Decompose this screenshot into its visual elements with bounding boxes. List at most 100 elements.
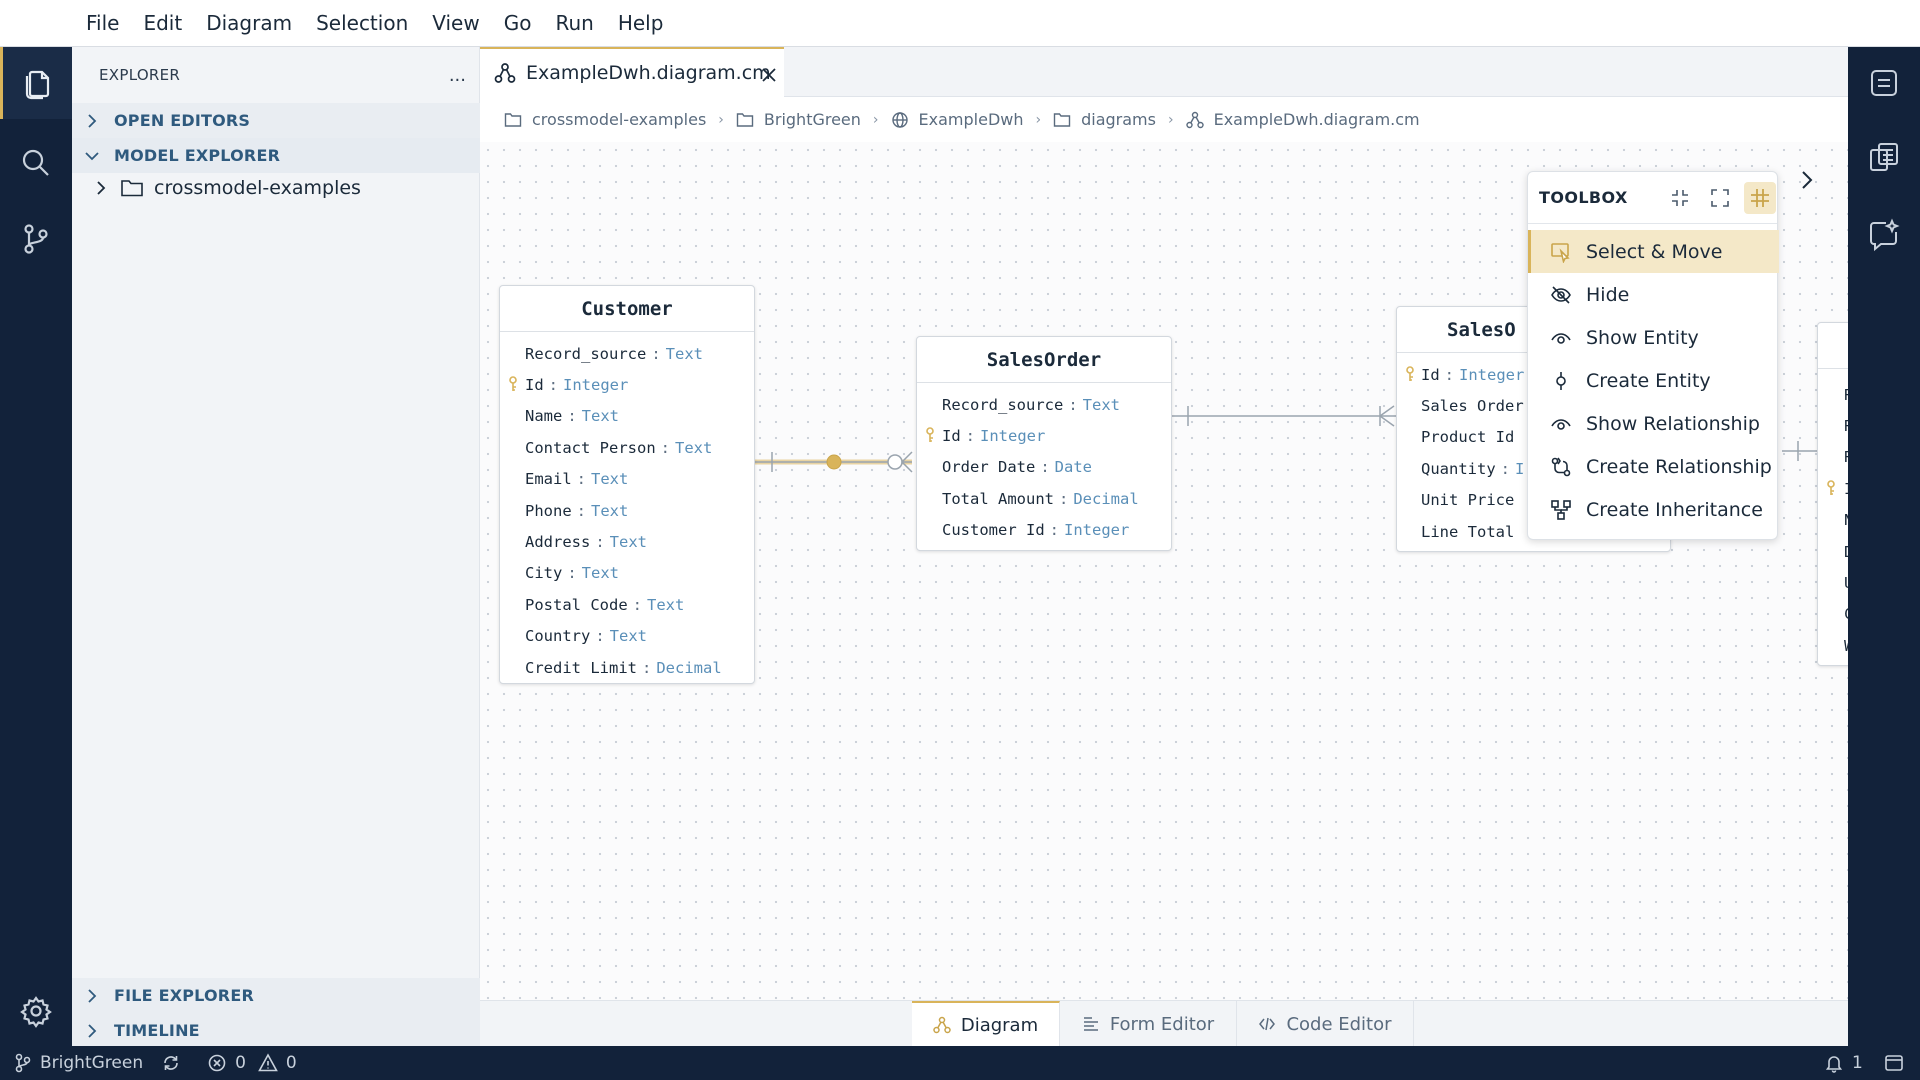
attribute-row[interactable]: U <box>1818 567 1848 598</box>
close-icon[interactable] <box>758 63 780 85</box>
tab-label: Form Editor <box>1109 1013 1215 1035</box>
more-actions-button[interactable]: ... <box>449 65 466 86</box>
tool-create-relationship[interactable]: Create Relationship <box>1528 445 1779 488</box>
sync-status[interactable] <box>161 1053 189 1073</box>
attribute-row[interactable]: Customer Id: Integer <box>917 515 1171 546</box>
toolbox-header: TOOLBOX <box>1528 172 1777 224</box>
model-explorer-section[interactable]: MODEL EXPLORER <box>72 138 480 173</box>
explorer-activity-button[interactable] <box>0 47 72 119</box>
attribute-row[interactable]: D <box>1818 536 1848 567</box>
attribute-row[interactable]: W <box>1818 630 1848 661</box>
branch-status[interactable]: BrightGreen <box>14 1053 143 1073</box>
attribute-row[interactable]: Record_source: Text <box>500 338 754 369</box>
entity-customer[interactable]: Customer Record_source: Text Id: Integer N… <box>499 285 755 685</box>
tool-label: Show Entity <box>1586 326 1699 349</box>
collapse-toolbox-button[interactable] <box>1664 182 1696 214</box>
attribute-row[interactable]: Order Date: Date <box>917 452 1171 483</box>
file-explorer-section[interactable]: FILE EXPLORER <box>72 978 480 1013</box>
attribute-row[interactable]: Contact Person: Text <box>500 432 754 463</box>
grid-icon <box>1751 189 1769 207</box>
tab-code-editor[interactable]: Code Editor <box>1237 1001 1414 1047</box>
layout-toggle[interactable] <box>1884 1053 1912 1073</box>
attribute-row[interactable]: R <box>1818 379 1848 410</box>
key-icon <box>926 427 934 443</box>
key-icon <box>509 376 517 392</box>
tab-form-editor[interactable]: Form Editor <box>1060 1001 1237 1047</box>
source-control-activity-button[interactable] <box>0 203 72 275</box>
menu-run[interactable]: Run <box>555 11 593 35</box>
breadcrumb-label: ExampleDwh <box>918 110 1024 129</box>
chat-view-button[interactable] <box>1848 199 1920 271</box>
attribute-row[interactable]: C <box>1818 599 1848 630</box>
menu-diagram[interactable]: Diagram <box>206 11 292 35</box>
outline-view-button[interactable] <box>1848 47 1920 119</box>
timeline-section[interactable]: TIMELINE <box>72 1013 480 1048</box>
search-activity-button[interactable] <box>0 127 72 199</box>
gear-icon <box>20 996 52 1028</box>
tool-hide[interactable]: Hide <box>1528 273 1779 316</box>
attribute-row[interactable]: Postal Code: Text <box>500 589 754 620</box>
breadcrumb-item[interactable]: BrightGreen <box>736 110 861 129</box>
menu-edit[interactable]: Edit <box>143 11 182 35</box>
sidebar-title: EXPLORER <box>99 66 181 84</box>
editor-tab-bar: ExampleDwh.diagram.cm <box>480 47 1848 97</box>
tool-label: Select & Move <box>1586 240 1723 263</box>
entity-partial-right[interactable]: R R R I N D U C W <box>1817 322 1848 666</box>
bell-icon <box>1825 1056 1843 1073</box>
relationship-salesorder-salesorderitem[interactable] <box>1172 405 1396 427</box>
attribute-row[interactable]: I <box>1818 473 1848 504</box>
tool-label: Hide <box>1586 283 1630 306</box>
attribute-row[interactable]: Id: Integer <box>500 369 754 400</box>
breadcrumb-item[interactable]: ExampleDwh.diagram.cm <box>1185 110 1420 129</box>
menu-help[interactable]: Help <box>618 11 664 35</box>
attribute-row[interactable]: Id: Integer <box>917 420 1171 451</box>
menu-selection[interactable]: Selection <box>316 11 408 35</box>
status-bar: BrightGreen 0 0 1 <box>0 1046 1920 1080</box>
bottom-tabs-spacer <box>480 1001 912 1047</box>
tool-create-inheritance[interactable]: Create Inheritance <box>1528 488 1779 531</box>
tab-diagram[interactable]: Diagram <box>912 1001 1060 1047</box>
breadcrumb-label: crossmodel-examples <box>532 110 707 129</box>
open-editors-section[interactable]: OPEN EDITORS <box>72 103 480 138</box>
relationship-to-right-entity[interactable] <box>1782 441 1817 461</box>
properties-view-button[interactable] <box>1848 121 1920 193</box>
menu-file[interactable]: File <box>86 11 119 35</box>
attribute-row[interactable]: City: Text <box>500 558 754 589</box>
breadcrumb-item[interactable]: ExampleDwh <box>891 110 1024 129</box>
attribute-row[interactable]: Credit Limit: Decimal <box>500 652 754 683</box>
attribute-row[interactable]: R <box>1818 410 1848 441</box>
fullscreen-button[interactable] <box>1704 182 1736 214</box>
tab-exampledwh-diagram[interactable]: ExampleDwh.diagram.cm <box>480 47 784 97</box>
menu-view[interactable]: View <box>432 11 479 35</box>
sidebar-header: EXPLORER ... <box>72 47 480 103</box>
open-editors-label: OPEN EDITORS <box>114 111 251 130</box>
breadcrumb-separator: › <box>872 111 879 128</box>
notifications-status[interactable]: 1 <box>1824 1053 1863 1073</box>
chevron-right-icon[interactable] <box>1796 166 1818 194</box>
tree-item-crossmodel-examples[interactable]: crossmodel-examples <box>92 173 361 203</box>
tool-label: Show Relationship <box>1586 412 1760 435</box>
attribute-row[interactable]: Record_source: Text <box>917 389 1171 420</box>
attribute-row[interactable]: Name: Text <box>500 401 754 432</box>
attribute-row[interactable]: Email: Text <box>500 464 754 495</box>
attribute-row[interactable]: Address: Text <box>500 526 754 557</box>
tree-item-label: crossmodel-examples <box>154 177 361 199</box>
attribute-row[interactable]: R <box>1818 442 1848 473</box>
attribute-row[interactable]: Total Amount: Decimal <box>917 483 1171 514</box>
breadcrumb-item[interactable]: diagrams <box>1053 110 1156 129</box>
grid-toggle-button[interactable] <box>1744 182 1776 214</box>
tool-select-move[interactable]: Select & Move <box>1528 230 1779 273</box>
relationship-customer-salesorder[interactable] <box>755 451 913 473</box>
menu-go[interactable]: Go <box>504 11 532 35</box>
tool-show-entity[interactable]: Show Entity <box>1528 316 1779 359</box>
attribute-row[interactable]: N <box>1818 505 1848 536</box>
attribute-row[interactable]: Phone: Text <box>500 495 754 526</box>
attribute-row[interactable]: Country: Text <box>500 621 754 652</box>
problems-status[interactable]: 0 0 <box>207 1053 297 1073</box>
tool-create-entity[interactable]: Create Entity <box>1528 359 1779 402</box>
entity-salesorder[interactable]: SalesOrder Record_source: Text Id: Integer… <box>916 336 1172 551</box>
chat-sparkle-icon <box>1870 218 1900 252</box>
settings-activity-button[interactable] <box>0 975 72 1047</box>
breadcrumb-item[interactable]: crossmodel-examples <box>504 110 706 129</box>
tool-show-relationship[interactable]: Show Relationship <box>1528 402 1779 445</box>
